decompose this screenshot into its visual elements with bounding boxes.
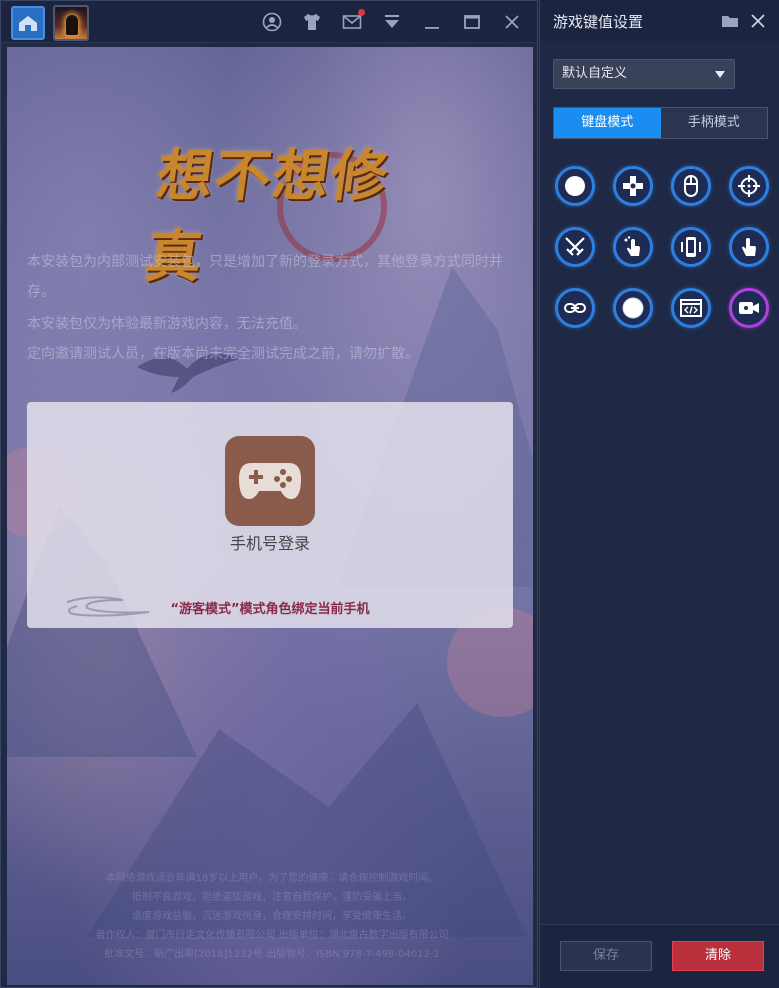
video-camera-icon xyxy=(739,302,759,314)
mouse-icon xyxy=(684,175,698,197)
notice-line: 本安装包为内部测试安装包，只是增加了新的登录方式，其他登录方式同时并存。 xyxy=(27,254,503,300)
folder-icon xyxy=(722,16,738,27)
link-icon xyxy=(564,303,586,313)
legal-line: 抵制不良游戏，拒绝盗版游戏，注意自我保护，谨防受骗上当。 xyxy=(132,892,412,903)
script-key-button[interactable] xyxy=(671,288,711,328)
tap-hand-key-button[interactable] xyxy=(729,227,769,267)
legal-line: 批准文号：新广出审[2018]1232号 出版物号：ISBN 978-7-498… xyxy=(104,949,440,960)
panel-footer: 保存 清除 xyxy=(540,924,779,988)
close-window-button[interactable] xyxy=(501,11,523,33)
mouse-key-button[interactable] xyxy=(671,166,711,206)
mail-button[interactable] xyxy=(341,9,365,33)
panel-title: 游戏键值设置 xyxy=(553,13,644,31)
home-tab[interactable] xyxy=(11,6,45,40)
emulator-titlebar xyxy=(1,1,537,43)
minimize-button[interactable] xyxy=(421,11,443,33)
phone-shake-icon xyxy=(681,237,701,257)
download-arrow-icon xyxy=(385,15,399,28)
shake-key-button[interactable] xyxy=(671,227,711,267)
notice-line: 定向邀请测试人员，在版本尚未完全测试完成之前，请勿扩散。 xyxy=(27,346,419,362)
game-thumbnail-icon xyxy=(66,15,78,35)
save-button[interactable]: 保存 xyxy=(560,941,652,971)
close-icon xyxy=(505,15,519,29)
legal-line: 适度游戏益脑，沉迷游戏伤身，合理安排时间，享受健康生活。 xyxy=(132,911,412,922)
crossed-swords-icon xyxy=(565,237,585,256)
circle-icon xyxy=(565,176,585,196)
account-button[interactable] xyxy=(261,11,283,33)
swipe-key-button[interactable] xyxy=(613,227,653,267)
hold-key-button[interactable] xyxy=(613,288,653,328)
home-icon xyxy=(19,16,37,31)
maximize-icon xyxy=(464,15,480,29)
clear-button[interactable]: 清除 xyxy=(672,941,764,971)
account-icon xyxy=(262,12,282,32)
tab-gamepad-mode[interactable]: 手柄模式 xyxy=(661,108,768,138)
game-tab[interactable] xyxy=(53,5,89,41)
close-icon xyxy=(751,14,765,28)
legal-footer: 本网络游戏适合年满18岁以上用户，为了您的健康，请合理控制游戏时间。 抵制不良游… xyxy=(47,869,497,964)
crosshair-key-button[interactable] xyxy=(729,166,769,206)
tab-keyboard-mode[interactable]: 键盘模式 xyxy=(554,108,661,138)
emulator-window: 想不想修真 本安装包为内部测试安装包，只是增加了新的登录方式，其他登录方式同时并… xyxy=(0,0,538,988)
tshirt-icon xyxy=(304,14,320,30)
menu-dropdown-button[interactable] xyxy=(381,11,403,33)
mode-tabs: 键盘模式 手柄模式 xyxy=(553,107,768,139)
guest-mode-note: “游客模式”模式角色绑定当前手机 xyxy=(170,602,370,617)
tap-key-button[interactable] xyxy=(555,166,595,206)
close-panel-button[interactable] xyxy=(748,11,768,31)
open-folder-button[interactable] xyxy=(720,11,740,31)
code-window-icon xyxy=(680,299,702,317)
mail-badge xyxy=(358,9,365,16)
crosshair-icon xyxy=(738,175,760,197)
panel-header: 游戏键值设置 xyxy=(540,0,779,42)
profile-select[interactable]: 默认自定义 xyxy=(553,59,735,89)
notice-line: 本安装包仅为体验最新游戏内容，无法充值。 xyxy=(27,316,307,332)
maximize-button[interactable] xyxy=(461,11,483,33)
camera-key-button[interactable] xyxy=(729,288,769,328)
dpad-icon xyxy=(623,176,643,196)
phone-login-label[interactable]: 手机号登录 xyxy=(27,530,513,554)
login-panel: 手机号登录 “游客模式”模式角色绑定当前手机 xyxy=(27,402,513,628)
filled-circle-icon xyxy=(622,297,644,319)
dpad-key-button[interactable] xyxy=(613,166,653,206)
game-screen[interactable]: 想不想修真 本安装包为内部测试安装包，只是增加了新的登录方式，其他登录方式同时并… xyxy=(7,47,533,985)
swipe-hand-icon xyxy=(624,236,640,256)
skin-button[interactable] xyxy=(301,11,323,33)
gamepad-icon xyxy=(239,463,301,499)
legal-line: 著作权人：厦门市行走文化传播有限公司 出版单位：湖北盘古数字出版有限公司 xyxy=(95,930,449,941)
key-mapping-panel: 游戏键值设置 默认自定义 键盘模式 手柄模式 保存 清除 xyxy=(539,0,779,988)
chevron-down-icon xyxy=(715,71,725,78)
crossed-swords-key-button[interactable] xyxy=(555,227,595,267)
phone-login-button[interactable] xyxy=(225,436,315,526)
tap-hand-icon xyxy=(742,238,756,256)
link-key-button[interactable] xyxy=(555,288,595,328)
legal-line: 本网络游戏适合年满18岁以上用户，为了您的健康，请合理控制游戏时间。 xyxy=(105,873,439,884)
minimize-icon xyxy=(425,27,439,29)
profile-select-value: 默认自定义 xyxy=(562,66,628,81)
